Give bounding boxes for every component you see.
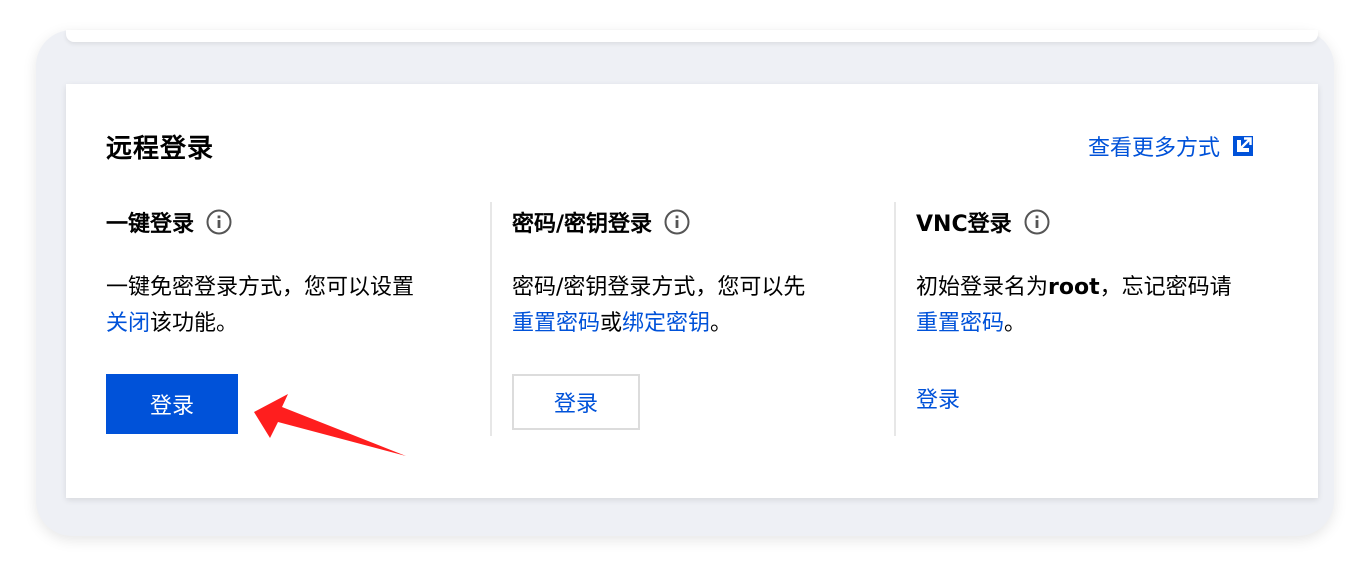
disable-link[interactable]: 关闭	[106, 311, 150, 336]
one-click-login-button[interactable]: 登录	[106, 374, 238, 434]
desc-text: 初始登录名为	[916, 275, 1049, 300]
vnc-login-heading: VNC登录	[916, 202, 1286, 242]
desc-text-2: ，忘记密码请	[1099, 275, 1232, 300]
more-methods-link[interactable]: 查看更多方式	[1088, 130, 1254, 162]
reset-password-link[interactable]: 重置密码	[916, 311, 1004, 336]
or-text: 或	[600, 311, 623, 336]
vnc-login-description: 初始登录名为root，忘记密码请 重置密码。	[916, 270, 1286, 342]
password-login-description: 密码/密钥登录方式，您可以先 重置密码或绑定密钥。	[512, 270, 882, 342]
vnc-login-link[interactable]: 登录	[916, 382, 960, 414]
red-arrow-annotation	[254, 394, 406, 456]
card-title: 远程登录	[106, 134, 215, 164]
one-click-login-description: 一键免密登录方式，您可以设置 关闭该功能。	[106, 270, 456, 342]
info-icon[interactable]	[206, 209, 232, 235]
info-icon[interactable]	[1024, 209, 1050, 235]
vnc-login-title: VNC登录	[916, 212, 1012, 237]
one-click-login-heading: 一键登录	[106, 202, 456, 242]
desc-text: 密码/密钥登录方式，您可以先	[512, 275, 806, 300]
desc-tail: 。	[710, 311, 733, 336]
info-icon[interactable]	[664, 209, 690, 235]
vnc-login-section: VNC登录 初始登录名为root，忘记密码请 重置密码。 登录	[894, 202, 1286, 436]
password-login-title: 密码/密钥登录	[512, 212, 653, 237]
bind-key-link[interactable]: 绑定密钥	[622, 311, 710, 336]
password-login-button[interactable]: 登录	[512, 374, 640, 430]
password-login-heading: 密码/密钥登录	[512, 202, 882, 242]
root-username: root	[1048, 275, 1100, 300]
reset-password-link[interactable]: 重置密码	[512, 311, 600, 336]
one-click-login-title: 一键登录	[106, 212, 195, 237]
external-link-icon	[1233, 136, 1253, 156]
desc-tail: 。	[1004, 311, 1027, 336]
desc-text: 一键免密登录方式，您可以设置	[106, 275, 415, 300]
desc-tail: 该功能。	[150, 311, 239, 336]
password-login-section: 密码/密钥登录 密码/密钥登录方式，您可以先 重置密码或绑定密钥。 登录	[490, 202, 882, 436]
previous-card-edge	[66, 30, 1318, 42]
more-methods-label: 查看更多方式	[1087, 136, 1220, 161]
